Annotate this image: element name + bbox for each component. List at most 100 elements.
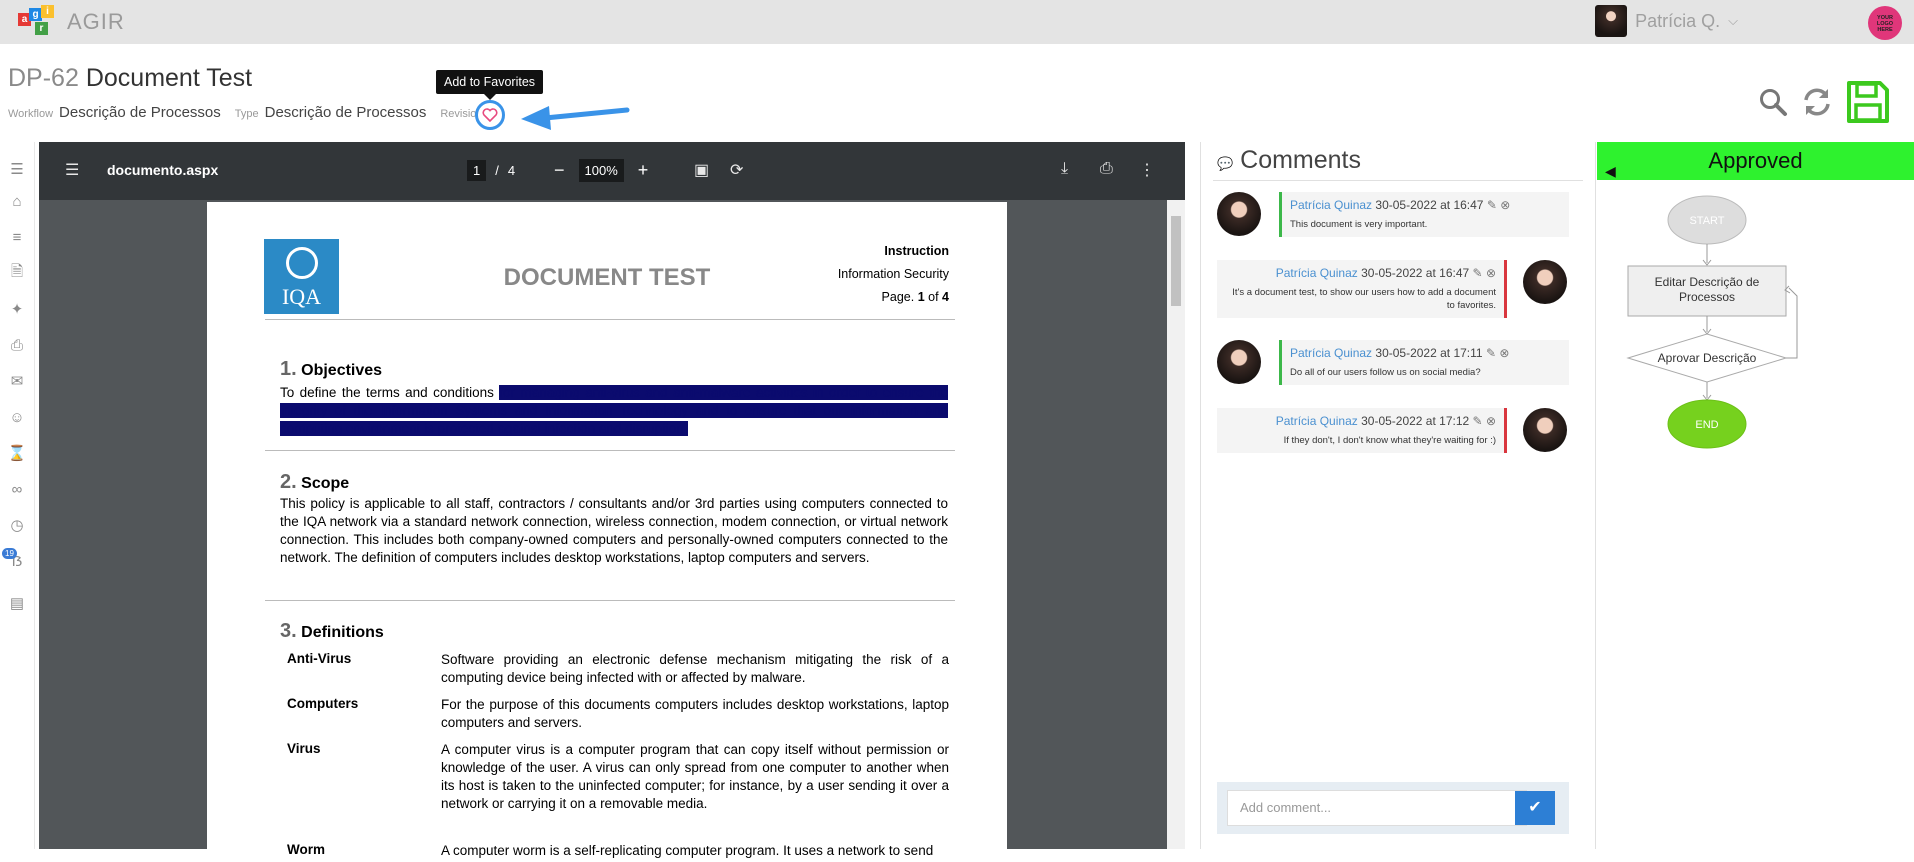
- definition-term: Virus: [287, 741, 321, 756]
- zoom-level[interactable]: 100%: [578, 159, 624, 182]
- comment-text: This document is very important.: [1290, 219, 1428, 230]
- clock-icon[interactable]: ◷: [8, 516, 26, 534]
- page-label: Page.: [881, 290, 915, 304]
- user-name: Patrícia Q.: [1635, 10, 1721, 31]
- definition-desc: A computer virus is a computer program t…: [441, 742, 949, 811]
- section-heading: 1. Objectives: [280, 358, 383, 380]
- definition-term: Computers: [287, 696, 359, 711]
- type-label: Type: [234, 108, 259, 120]
- page-input[interactable]: 1: [467, 160, 487, 181]
- printer-icon[interactable]: ⎙: [8, 336, 26, 354]
- definition-term: Worm: [287, 842, 326, 857]
- search-icon[interactable]: [1758, 87, 1788, 117]
- scope-text: This policy is applicable to all staff, …: [280, 496, 948, 565]
- menu-icon[interactable]: ☰: [8, 160, 26, 178]
- link-icon[interactable]: ∞: [8, 480, 26, 498]
- zoom-out-icon[interactable]: −: [554, 160, 565, 181]
- rotate-icon[interactable]: ⟳: [730, 160, 743, 180]
- tag-icon[interactable]: ✦: [8, 300, 26, 318]
- workflow-value: Descrição de Processos: [59, 104, 221, 121]
- status-label: Approved: [1708, 148, 1803, 173]
- zoom-in-icon[interactable]: +: [638, 160, 649, 181]
- refresh-icon[interactable]: [1800, 86, 1834, 118]
- add-comment-input[interactable]: Add comment...: [1227, 790, 1527, 826]
- mail-icon[interactable]: ✉: [8, 372, 26, 390]
- fit-page-icon[interactable]: ▣: [694, 160, 709, 180]
- comment-author[interactable]: Patrícia Quinaz: [1290, 346, 1372, 360]
- workflow-label: Workflow: [8, 108, 54, 120]
- avatar: [1217, 340, 1261, 384]
- more-options-icon[interactable]: ⋮: [1139, 160, 1155, 180]
- avatar: [1595, 5, 1628, 37]
- viewer-scrollbar[interactable]: [1167, 200, 1185, 849]
- start-node-label: START: [1689, 215, 1724, 227]
- avatar: [1217, 192, 1261, 236]
- contacts-icon[interactable]: ☺: [8, 408, 26, 426]
- avatar: [1523, 408, 1567, 452]
- notification-badge: 19: [2, 548, 17, 559]
- pdf-viewer: ☰ documento.aspx 1 / 4 − 100% + ▣ ⟳ ⤓ ⎙ …: [39, 142, 1185, 862]
- comments-title: 💬 Comments: [1217, 146, 1362, 174]
- favorites-tooltip: Add to Favorites: [436, 70, 544, 100]
- document-icon[interactable]: 🗎: [8, 263, 26, 282]
- check-icon: ✔: [1528, 799, 1542, 816]
- pdf-header-info: Instruction Information Security: [838, 240, 949, 286]
- objectives-text: To define the terms and conditions for m…: [280, 385, 948, 436]
- left-sidebar: ☰ ⌂ ≡ 🗎 ✦ ⎙ ✉ ☺ ⌛ ∞ ◷ ẞ 19 ▤: [0, 142, 35, 849]
- section-heading: 3. Definitions: [280, 620, 384, 642]
- download-icon[interactable]: ⤓: [1061, 160, 1068, 178]
- end-node-label: END: [1695, 419, 1718, 431]
- home-icon[interactable]: ⌂: [8, 192, 26, 210]
- edit-icon[interactable]: ✎: [1487, 198, 1497, 212]
- save-icon[interactable]: [1846, 80, 1890, 124]
- heart-icon: [482, 108, 498, 122]
- process-step-label: Processos: [1679, 290, 1735, 304]
- edit-icon[interactable]: ✎: [1486, 346, 1496, 360]
- briefcase-icon[interactable]: ▤: [8, 594, 26, 612]
- workflow-diagram: START Editar Descrição de Processos Apro…: [1626, 195, 1798, 449]
- page-num: 1: [917, 290, 925, 304]
- zoom-controls: − 100% +: [554, 159, 648, 182]
- comment-date: 30-05-2022 at 16:47: [1361, 266, 1470, 280]
- top-bar: a g i r AGIR Patrícia Q. ⌵ YOUR LOGO HERE: [0, 0, 1914, 44]
- delete-icon[interactable]: ⊗: [1486, 414, 1496, 428]
- comment-author[interactable]: Patrícia Quinaz: [1290, 198, 1372, 212]
- add-comment-area: Add comment... ✔: [1217, 782, 1569, 834]
- document-title: Document Test: [85, 64, 253, 92]
- chevron-down-icon: ⌵: [1728, 13, 1738, 28]
- comment-text: Do all of our users follow us on social …: [1290, 367, 1481, 378]
- comment-date: 30-05-2022 at 17:12: [1361, 414, 1470, 428]
- edit-icon[interactable]: ✎: [1473, 414, 1483, 428]
- page-separator: /: [495, 163, 499, 178]
- type-value: Descrição de Processos: [264, 104, 427, 121]
- list-icon[interactable]: ≡: [8, 228, 26, 246]
- definition-desc: Software providing an electronic defense…: [441, 652, 949, 685]
- viewer-menu-icon[interactable]: ☰: [65, 160, 79, 180]
- comment-text: If they don't, I don't know what they're…: [1283, 435, 1496, 446]
- delete-icon[interactable]: ⊗: [1486, 266, 1496, 280]
- app-name: AGIR: [67, 9, 125, 34]
- definition-term: Anti-Virus: [287, 651, 352, 666]
- comment-author[interactable]: Patrícia Quinaz: [1276, 414, 1358, 428]
- page-total-num: 4: [942, 290, 949, 304]
- viewer-filename: documento.aspx: [107, 162, 219, 178]
- attachment-icon[interactable]: ⌛: [8, 444, 27, 462]
- comment-author[interactable]: Patrícia Quinaz: [1276, 266, 1358, 280]
- status-banner: ◀ Approved: [1597, 142, 1914, 180]
- avatar: [1523, 260, 1567, 304]
- definition-desc: For the purpose of this documents comput…: [441, 697, 949, 730]
- process-step-label: Editar Descrição de: [1655, 275, 1760, 289]
- definition-desc: A computer worm is a self-replicating co…: [441, 843, 934, 858]
- workflow-panel: ◀ Approved START Editar Descrição de Pro…: [1597, 142, 1914, 849]
- print-icon[interactable]: ⎙: [1100, 160, 1113, 178]
- edit-icon[interactable]: ✎: [1473, 266, 1483, 280]
- delete-icon[interactable]: ⊗: [1499, 346, 1509, 360]
- comment-icon: 💬: [1217, 156, 1234, 171]
- app-logo[interactable]: a g i r: [18, 5, 54, 37]
- comment-date: 30-05-2022 at 17:11: [1375, 346, 1483, 360]
- page-of: of: [928, 290, 939, 304]
- send-comment-button[interactable]: ✔: [1515, 791, 1555, 825]
- delete-icon[interactable]: ⊗: [1500, 198, 1510, 212]
- add-favorite-button[interactable]: [475, 100, 505, 130]
- user-menu[interactable]: Patrícia Q. ⌵: [1595, 5, 1738, 37]
